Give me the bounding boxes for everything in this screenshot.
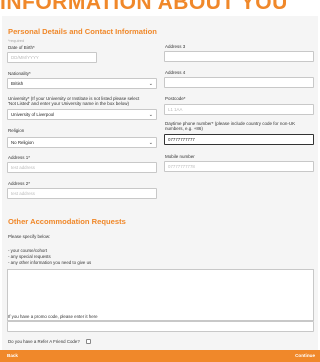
page-title: INFORMATION ABOUT YOU: [0, 0, 288, 14]
address1-field[interactable]: test address: [7, 162, 157, 173]
back-button[interactable]: Back: [7, 350, 18, 362]
form-panel: Personal Details and Contact Information…: [2, 16, 318, 350]
refer-label: Do you have a Refer A Friend Code?: [8, 339, 80, 344]
chevron-down-icon: ⌄: [148, 140, 153, 146]
required-note: *required: [8, 38, 25, 43]
requests-bullet: - any other information you need to give…: [8, 260, 92, 265]
promo-field[interactable]: [7, 321, 314, 332]
nationality-value: British: [11, 81, 24, 86]
address3-field[interactable]: [164, 51, 314, 62]
nationality-select[interactable]: British ⌄: [7, 78, 157, 89]
accommodation-requests-heading: Other Accommodation Requests: [8, 217, 126, 226]
chevron-down-icon: ⌄: [148, 81, 153, 87]
dob-label: Date of Birth*: [8, 45, 35, 50]
address4-label: Address 4: [165, 70, 186, 75]
religion-label: Religion: [8, 128, 25, 133]
mobile-field[interactable]: 07777777778: [164, 161, 314, 172]
postcode-field[interactable]: L1 1AA: [164, 104, 314, 115]
postcode-label: Postcode*: [165, 96, 186, 101]
chevron-down-icon: ⌄: [148, 112, 153, 118]
refer-checkbox[interactable]: [86, 339, 91, 344]
mobile-label: Mobile number: [165, 154, 195, 159]
university-value: University of Liverpool: [11, 112, 55, 117]
continue-button[interactable]: Continue: [295, 350, 315, 362]
nationality-label: Nationality*: [8, 71, 31, 76]
religion-select[interactable]: No Religion ⌄: [7, 137, 157, 148]
address1-label: Address 1*: [8, 155, 31, 160]
requests-bullet: - any special requests: [8, 254, 51, 259]
university-label-line2: 'Not Listed' and enter your University n…: [8, 101, 130, 106]
address4-field[interactable]: [164, 77, 314, 88]
dob-field[interactable]: DD/MM/YYYY: [7, 52, 97, 63]
requests-bullet: - your course/cohort: [8, 248, 48, 253]
daytime-phone-field[interactable]: 07777777777: [164, 134, 314, 145]
religion-value: No Religion: [11, 140, 34, 145]
address2-field[interactable]: test address: [7, 188, 157, 199]
requests-intro: Please specify below:: [8, 234, 51, 239]
address3-label: Address 3: [165, 44, 186, 49]
personal-details-heading: Personal Details and Contact Information: [8, 27, 157, 36]
daytime-phone-label-line2: numbers, e.g. +86): [165, 126, 203, 131]
footer-nav-bar: Back Continue: [0, 350, 320, 362]
address2-label: Address 2*: [8, 181, 31, 186]
promo-label: If you have a promo code, please enter i…: [8, 314, 98, 319]
university-select[interactable]: University of Liverpool ⌄: [7, 109, 157, 120]
